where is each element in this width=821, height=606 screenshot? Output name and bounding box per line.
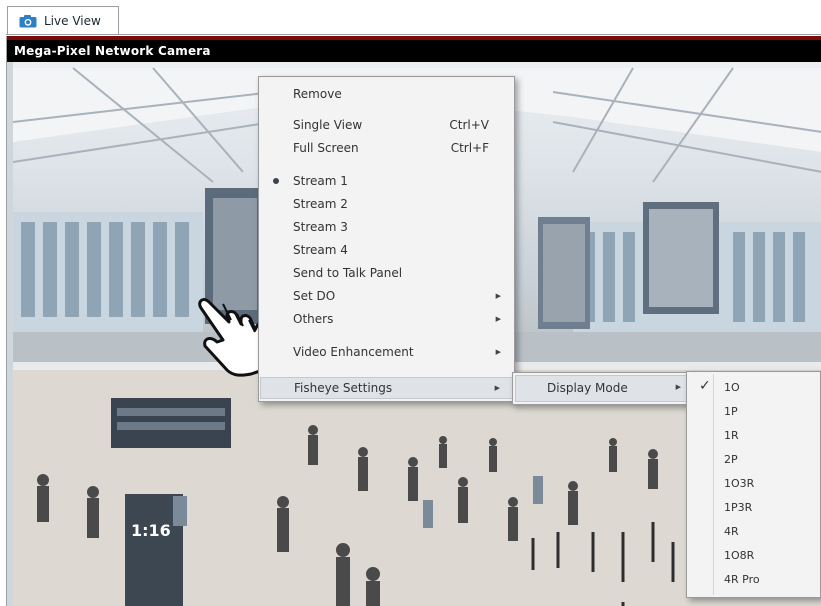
display-mode-1o3r[interactable]: 1O3R [688,472,819,494]
menu-item-label: Set DO [293,289,336,303]
submenu-arrow-icon: ▶ [494,384,500,392]
menu-item-fisheye-settings[interactable]: Fisheye Settings ▶ [260,377,513,399]
checkmark-icon: ✓ [699,378,711,394]
menu-item-label: Send to Talk Panel [293,266,403,280]
menu-item-label: 1O [724,380,740,394]
menu-item-label: 4R [724,524,739,538]
menu-item-label: Remove [293,87,342,101]
tab-live-view[interactable]: Live View [7,6,119,35]
camera-title: Mega-Pixel Network Camera [14,44,211,58]
display-mode-1p3r[interactable]: 1P3R [688,496,819,518]
display-mode-4r[interactable]: 4R [688,520,819,542]
camera-icon [19,15,37,28]
camera-title-bar: Mega-Pixel Network Camera [7,36,821,62]
menu-item-set-do[interactable]: Set DO ▶ [260,285,513,307]
menu-item-label: Stream 1 [293,174,348,188]
menu-item-label: Video Enhancement [293,345,414,359]
menu-item-others[interactable]: Others ▶ [260,308,513,330]
display-mode-submenu: ✓ 1O 1P 1R 2P 1O3R 1P3R 4R 1O8R 4R Pro [686,371,821,598]
tab-strip: Live View [0,0,821,36]
menu-item-label: 2P [724,452,738,466]
menu-item-label: Fisheye Settings [294,381,393,395]
display-mode-1p[interactable]: 1P [688,400,819,422]
menu-item-shortcut: Ctrl+V [449,118,489,132]
tab-strip-divider [6,34,821,35]
menu-item-full-screen[interactable]: Full Screen Ctrl+F [260,137,513,159]
display-mode-1r[interactable]: 1R [688,424,819,446]
display-mode-4r-pro[interactable]: 4R Pro [688,568,819,590]
menu-item-video-enhancement[interactable]: Video Enhancement ▶ [260,341,513,363]
menu-item-label: 1P [724,404,738,418]
submenu-arrow-icon: ▶ [495,348,501,356]
menu-item-label: Single View [293,118,363,132]
menu-item-shortcut: Ctrl+F [450,141,489,155]
fisheye-submenu: Display Mode ▶ [512,372,694,405]
menu-item-send-to-talk-panel[interactable]: Send to Talk Panel [260,262,513,284]
submenu-arrow-icon: ▶ [495,292,501,300]
menu-item-label: Full Screen [293,141,359,155]
menu-item-label: Display Mode [547,381,628,395]
radio-selected-icon [273,178,279,184]
display-mode-1o8r[interactable]: 1O8R [688,544,819,566]
menu-item-label: Stream 3 [293,220,348,234]
menu-item-label: 1O3R [724,476,755,490]
submenu-arrow-icon: ▶ [675,383,681,391]
menu-item-label: Others [293,312,334,326]
menu-item-remove[interactable]: Remove [260,83,513,105]
menu-item-label: 1P3R [724,500,753,514]
menu-item-stream-3[interactable]: Stream 3 [260,216,513,238]
menu-item-single-view[interactable]: Single View Ctrl+V [260,114,513,136]
menu-item-label: 1R [724,428,739,442]
menu-item-stream-4[interactable]: Stream 4 [260,239,513,261]
tab-label: Live View [44,14,101,28]
menu-item-label: Stream 2 [293,197,348,211]
submenu-arrow-icon: ▶ [495,315,501,323]
menu-item-label: 1O8R [724,548,755,562]
menu-item-label: Stream 4 [293,243,348,257]
menu-item-stream-2[interactable]: Stream 2 [260,193,513,215]
menu-item-label: 4R Pro [724,572,760,586]
menu-item-stream-1[interactable]: Stream 1 [260,170,513,192]
display-mode-1o[interactable]: ✓ 1O [688,376,819,398]
kiosk-timer-text: 1:16 [131,521,171,540]
display-mode-2p[interactable]: 2P [688,448,819,470]
context-menu: Remove Single View Ctrl+V Full Screen Ct… [258,76,515,402]
